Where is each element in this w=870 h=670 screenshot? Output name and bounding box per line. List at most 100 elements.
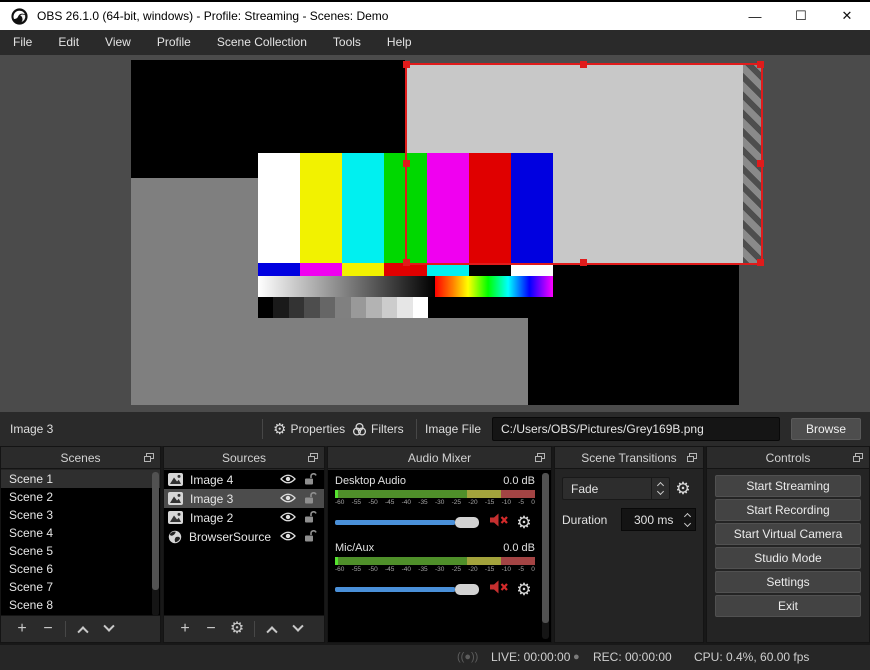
selection-handle[interactable] xyxy=(757,259,764,266)
duration-spinbox[interactable]: 300 ms xyxy=(621,508,696,531)
add-scene-button[interactable]: + xyxy=(9,621,35,637)
slider-handle[interactable] xyxy=(455,516,479,528)
scenes-dock-header[interactable]: Scenes xyxy=(1,447,160,469)
rec-status: REC: 00:00:00 xyxy=(593,650,672,664)
channel-name: Desktop Audio xyxy=(335,475,406,487)
scene-item-8[interactable]: Scene 8 xyxy=(1,596,160,614)
source-properties-button[interactable]: ⚙ xyxy=(224,621,250,637)
toggle-lock-button[interactable] xyxy=(300,472,320,488)
move-scene-down-button[interactable] xyxy=(96,620,122,638)
scene-item-6[interactable]: Scene 6 xyxy=(1,560,160,578)
scene-transitions-dock-header[interactable]: Scene Transitions xyxy=(555,447,703,469)
close-button[interactable]: ✕ xyxy=(824,2,870,30)
selection-handle[interactable] xyxy=(757,61,764,68)
spin-down-button[interactable] xyxy=(683,519,691,527)
browse-button[interactable]: Browse xyxy=(791,418,861,440)
unlock-icon xyxy=(304,472,317,484)
scrollbar-thumb[interactable] xyxy=(152,472,159,590)
minimize-button[interactable]: — xyxy=(732,2,778,30)
status-bar: ((●)) LIVE: 00:00:00 ● REC: 00:00:00 CPU… xyxy=(0,645,870,670)
scene-item-4[interactable]: Scene 4 xyxy=(1,524,160,542)
start-recording-button[interactable]: Start Recording xyxy=(715,499,861,521)
toggle-lock-button[interactable] xyxy=(300,491,320,507)
toggle-visibility-button[interactable] xyxy=(276,473,300,487)
settings-button[interactable]: Settings xyxy=(715,571,861,593)
scene-item-2[interactable]: Scene 2 xyxy=(1,488,160,506)
menu-scene-collection[interactable]: Scene Collection xyxy=(204,30,320,55)
menu-tools[interactable]: Tools xyxy=(320,30,374,55)
add-source-button[interactable]: + xyxy=(172,621,198,637)
selection-handle[interactable] xyxy=(403,160,410,167)
remove-source-button[interactable]: − xyxy=(198,621,224,637)
toggle-lock-button[interactable] xyxy=(300,510,320,526)
selection-handle[interactable] xyxy=(580,61,587,68)
source-black-rect-bottomright[interactable] xyxy=(528,265,739,405)
remove-scene-button[interactable]: − xyxy=(35,621,61,637)
source-item-browsersource[interactable]: BrowserSource xyxy=(164,527,324,546)
source-item-image-4[interactable]: Image 4 xyxy=(164,470,324,489)
scenes-scrollbar[interactable] xyxy=(152,472,159,616)
transition-settings-button[interactable]: ⚙ xyxy=(670,479,696,499)
menu-help[interactable]: Help xyxy=(374,30,425,55)
maximize-button[interactable]: ☐ xyxy=(778,2,824,30)
menu-profile[interactable]: Profile xyxy=(144,30,204,55)
scrollbar-thumb[interactable] xyxy=(542,473,549,623)
toggle-lock-button[interactable] xyxy=(300,529,320,545)
channel-settings-button[interactable]: ⚙ xyxy=(513,514,535,531)
scene-item-7[interactable]: Scene 7 xyxy=(1,578,160,596)
controls-dock-header[interactable]: Controls xyxy=(707,447,869,469)
menu-file[interactable]: File xyxy=(0,30,45,55)
volume-meter xyxy=(335,557,535,565)
menu-edit[interactable]: Edit xyxy=(45,30,92,55)
toggle-visibility-button[interactable] xyxy=(276,530,300,544)
scene-item-5[interactable]: Scene 5 xyxy=(1,542,160,560)
visibility-eye-icon xyxy=(280,512,296,521)
start-streaming-button[interactable]: Start Streaming xyxy=(715,475,861,497)
volume-slider[interactable] xyxy=(335,583,479,595)
image-source-icon xyxy=(168,492,183,505)
channel-name: Mic/Aux xyxy=(335,542,375,554)
mute-button[interactable] xyxy=(489,580,513,599)
selection-outline[interactable] xyxy=(403,61,764,266)
image-file-input[interactable] xyxy=(492,417,780,441)
scene-item-1[interactable]: Scene 1 xyxy=(1,470,160,488)
toggle-visibility-button[interactable] xyxy=(276,492,300,506)
volume-slider[interactable] xyxy=(335,516,479,528)
properties-button[interactable]: ⚙ Properties xyxy=(273,412,345,446)
mixer-scrollbar[interactable] xyxy=(542,473,549,639)
channel-settings-button[interactable]: ⚙ xyxy=(513,581,535,598)
selection-handle[interactable] xyxy=(580,259,587,266)
selection-handle[interactable] xyxy=(757,160,764,167)
sources-dock: Sources Image 4 Image 3 Image 2 BrowserSour… xyxy=(163,446,325,643)
source-item-image-2[interactable]: Image 2 xyxy=(164,508,324,527)
move-source-up-button[interactable] xyxy=(259,620,285,638)
audio-mixer-dock-header[interactable]: Audio Mixer xyxy=(328,447,551,469)
chevron-down-icon xyxy=(103,620,115,632)
chevron-up-icon xyxy=(266,626,278,638)
slider-handle[interactable] xyxy=(455,583,479,595)
toolbar-separator xyxy=(416,419,417,439)
sources-list: Image 4 Image 3 Image 2 BrowserSource xyxy=(164,470,324,615)
exit-button[interactable]: Exit xyxy=(715,595,861,617)
filters-button[interactable]: Filters xyxy=(352,412,404,446)
selection-handle[interactable] xyxy=(403,61,410,68)
move-scene-up-button[interactable] xyxy=(70,620,96,638)
mute-button[interactable] xyxy=(489,513,513,532)
popout-icon[interactable] xyxy=(687,453,697,462)
selection-handle[interactable] xyxy=(403,259,410,266)
popout-icon[interactable] xyxy=(535,453,545,462)
toggle-visibility-button[interactable] xyxy=(276,511,300,525)
popout-icon[interactable] xyxy=(853,453,863,462)
combo-arrows[interactable] xyxy=(651,478,669,499)
transition-select[interactable]: Fade xyxy=(562,477,670,500)
menu-view[interactable]: View xyxy=(92,30,144,55)
start-virtual-camera-button[interactable]: Start Virtual Camera xyxy=(715,523,861,545)
sources-dock-header[interactable]: Sources xyxy=(164,447,324,469)
scene-item-3[interactable]: Scene 3 xyxy=(1,506,160,524)
move-source-down-button[interactable] xyxy=(285,620,311,638)
studio-mode-button[interactable]: Studio Mode xyxy=(715,547,861,569)
popout-icon[interactable] xyxy=(308,453,318,462)
source-item-image-3[interactable]: Image 3 xyxy=(164,489,324,508)
popout-icon[interactable] xyxy=(144,453,154,462)
smpte-gradient-row xyxy=(258,276,553,297)
